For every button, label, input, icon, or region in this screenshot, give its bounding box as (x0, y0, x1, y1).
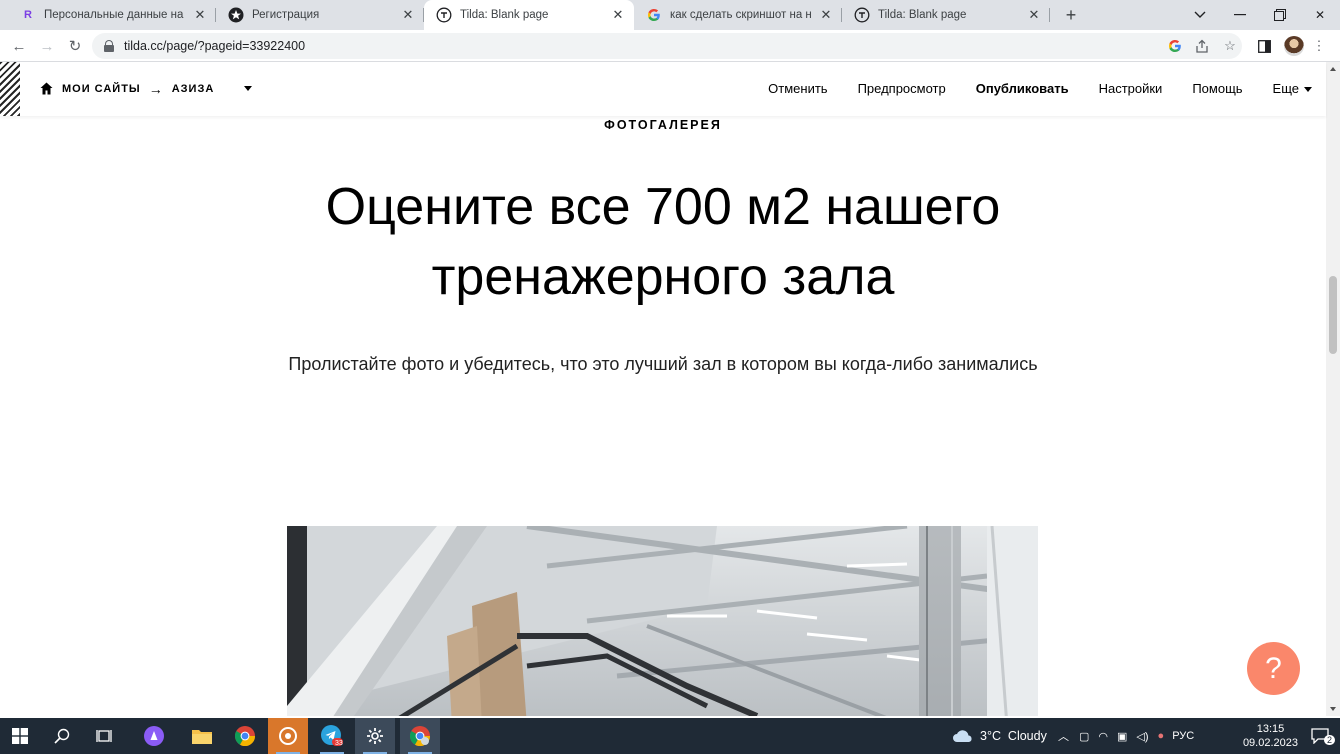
question-mark-icon: ? (1265, 651, 1282, 685)
settings-gear-icon[interactable] (355, 718, 395, 754)
profile-avatar[interactable] (1284, 36, 1304, 56)
chrome-icon[interactable] (225, 718, 265, 754)
clock-date: 09.02.2023 (1242, 737, 1298, 749)
project-name-link[interactable]: АЗИЗА (172, 83, 215, 95)
more-menu-button[interactable]: Еще (1273, 81, 1312, 96)
display-icon[interactable]: ▣ (1117, 730, 1127, 743)
browser-tab-strip: R Персональные данные на Freela ✕ Регист… (0, 0, 1340, 30)
lock-icon[interactable] (104, 40, 114, 52)
url-text[interactable]: tilda.cc/page/?pageid=33922400 (124, 39, 305, 53)
file-explorer-icon[interactable] (182, 718, 222, 754)
clock-time: 13:15 (1256, 723, 1285, 735)
browser-toolbar: ← → ↻ tilda.cc/page/?pageid=33922400 ☆ ⋮ (0, 30, 1340, 62)
editor-menu: Отменить Предпросмотр Опубликовать Настр… (738, 81, 1312, 96)
tab-title: как сделать скриншот на ноутбу (670, 9, 812, 21)
help-bubble-button[interactable]: ? (1247, 642, 1300, 695)
home-icon[interactable] (40, 82, 54, 96)
task-view-icon[interactable] (84, 718, 124, 754)
alice-assistant-icon[interactable] (134, 718, 174, 754)
page-headline: Оцените все 700 м2 нашего тренажерного з… (325, 178, 1001, 306)
google-translate-icon[interactable] (1166, 37, 1184, 55)
tray-chevron-up-icon[interactable]: ︿ (1058, 728, 1069, 744)
zigzag-edge-decoration (0, 62, 20, 116)
notification-count: 2 (1324, 735, 1336, 745)
weather-widget[interactable]: 3°C Cloudy (952, 718, 1047, 754)
browser-tab[interactable]: Tilda: Blank page ✕ (842, 0, 1050, 30)
new-tab-plus-icon[interactable]: + (1060, 4, 1082, 26)
chrome-profile-icon[interactable] (400, 718, 440, 754)
minimize-icon[interactable] (1220, 0, 1260, 30)
telegram-badge: 33 (335, 740, 343, 747)
browser-tab-active[interactable]: Tilda: Blank page ✕ (424, 0, 634, 30)
clock[interactable]: 13:15 09.02.2023 (1243, 722, 1298, 750)
weather-text: 3°C Cloudy (980, 729, 1047, 743)
meet-now-icon[interactable]: ▢ (1079, 730, 1089, 743)
windows-taskbar: 33 3°C Cloudy ︿ ▢ ◠ ▣ ◁) ● РУС 13:15 09.… (0, 718, 1340, 754)
preview-button[interactable]: Предпросмотр (858, 81, 946, 96)
tab-title: Персональные данные на Freela (44, 9, 186, 21)
browser-tab[interactable]: Регистрация ✕ (216, 0, 424, 30)
cloud-icon (953, 730, 972, 742)
close-tab-icon[interactable]: ✕ (1026, 7, 1042, 23)
browser-tab[interactable]: R Персональные данные на Freela ✕ (8, 0, 216, 30)
breadcrumb-arrow-icon: → (148, 81, 164, 97)
kebab-menu-icon[interactable]: ⋮ (1310, 37, 1328, 55)
close-tab-icon[interactable]: ✕ (192, 7, 208, 23)
browser-tab[interactable]: как сделать скриншот на ноутбу ✕ (634, 0, 842, 30)
share-icon[interactable] (1193, 37, 1211, 55)
settings-button[interactable]: Настройки (1099, 81, 1163, 96)
forward-arrow-icon[interactable]: → (36, 35, 58, 57)
google-icon (646, 7, 662, 23)
tab-title: Регистрация (252, 9, 320, 21)
telegram-icon[interactable]: 33 (312, 718, 352, 754)
orange-app-icon[interactable] (268, 718, 308, 754)
page-subheading: Пролистайте фото и убедитесь, что это лу… (288, 354, 1038, 374)
search-icon[interactable] (42, 718, 82, 754)
close-window-icon[interactable]: ✕ (1300, 0, 1340, 30)
section-kicker: ФОТОГАЛЕРЕЯ (604, 118, 722, 132)
cancel-button[interactable]: Отменить (768, 81, 827, 96)
close-tab-icon[interactable]: ✕ (818, 7, 834, 23)
restore-icon[interactable] (1260, 0, 1300, 30)
close-tab-icon[interactable]: ✕ (400, 7, 416, 23)
freelance-r-icon: R (24, 9, 32, 21)
project-dropdown-caret-icon[interactable] (244, 86, 252, 91)
help-link[interactable]: Помощь (1192, 81, 1242, 96)
page-canvas: ФОТОГАЛЕРЕЯ Оцените все 700 м2 нашего тр… (0, 62, 1326, 716)
tilda-icon (854, 7, 870, 23)
tab-title: Tilda: Blank page (878, 9, 967, 21)
tilda-editor-header: МОИ САЙТЫ → АЗИЗА Отменить Предпросмотр … (0, 62, 1326, 116)
tilda-icon (436, 7, 452, 23)
scroll-down-arrow-icon[interactable] (1330, 707, 1336, 711)
language-indicator[interactable]: РУС (1172, 730, 1194, 742)
page-scrollbar[interactable] (1326, 62, 1340, 716)
scroll-up-arrow-icon[interactable] (1330, 67, 1336, 71)
address-bar[interactable]: tilda.cc/page/?pageid=33922400 (92, 33, 1242, 59)
side-panel-icon[interactable] (1255, 37, 1273, 55)
back-arrow-icon[interactable]: ← (8, 35, 30, 57)
system-tray: ︿ ▢ ◠ ▣ ◁) ● РУС (1058, 718, 1194, 754)
gallery-photo[interactable] (287, 526, 1038, 716)
windows-start-icon[interactable] (0, 718, 40, 754)
publish-button[interactable]: Опубликовать (976, 81, 1069, 96)
speaker-icon[interactable]: ◁) (1136, 730, 1148, 743)
reload-icon[interactable]: ↻ (64, 35, 86, 57)
star-badge-icon (228, 7, 244, 23)
bookmark-star-icon[interactable]: ☆ (1221, 37, 1239, 55)
tab-search-chevron-icon[interactable] (1180, 0, 1220, 30)
network-warning-icon[interactable]: ● (1158, 730, 1165, 742)
wifi-icon[interactable]: ◠ (1098, 730, 1108, 743)
breadcrumb: МОИ САЙТЫ → АЗИЗА (40, 81, 214, 97)
my-sites-link[interactable]: МОИ САЙТЫ (62, 83, 141, 95)
scrollbar-thumb[interactable] (1329, 276, 1337, 354)
close-tab-icon[interactable]: ✕ (610, 7, 626, 23)
notifications-icon[interactable]: 2 (1300, 718, 1340, 754)
tab-title: Tilda: Blank page (460, 9, 549, 21)
